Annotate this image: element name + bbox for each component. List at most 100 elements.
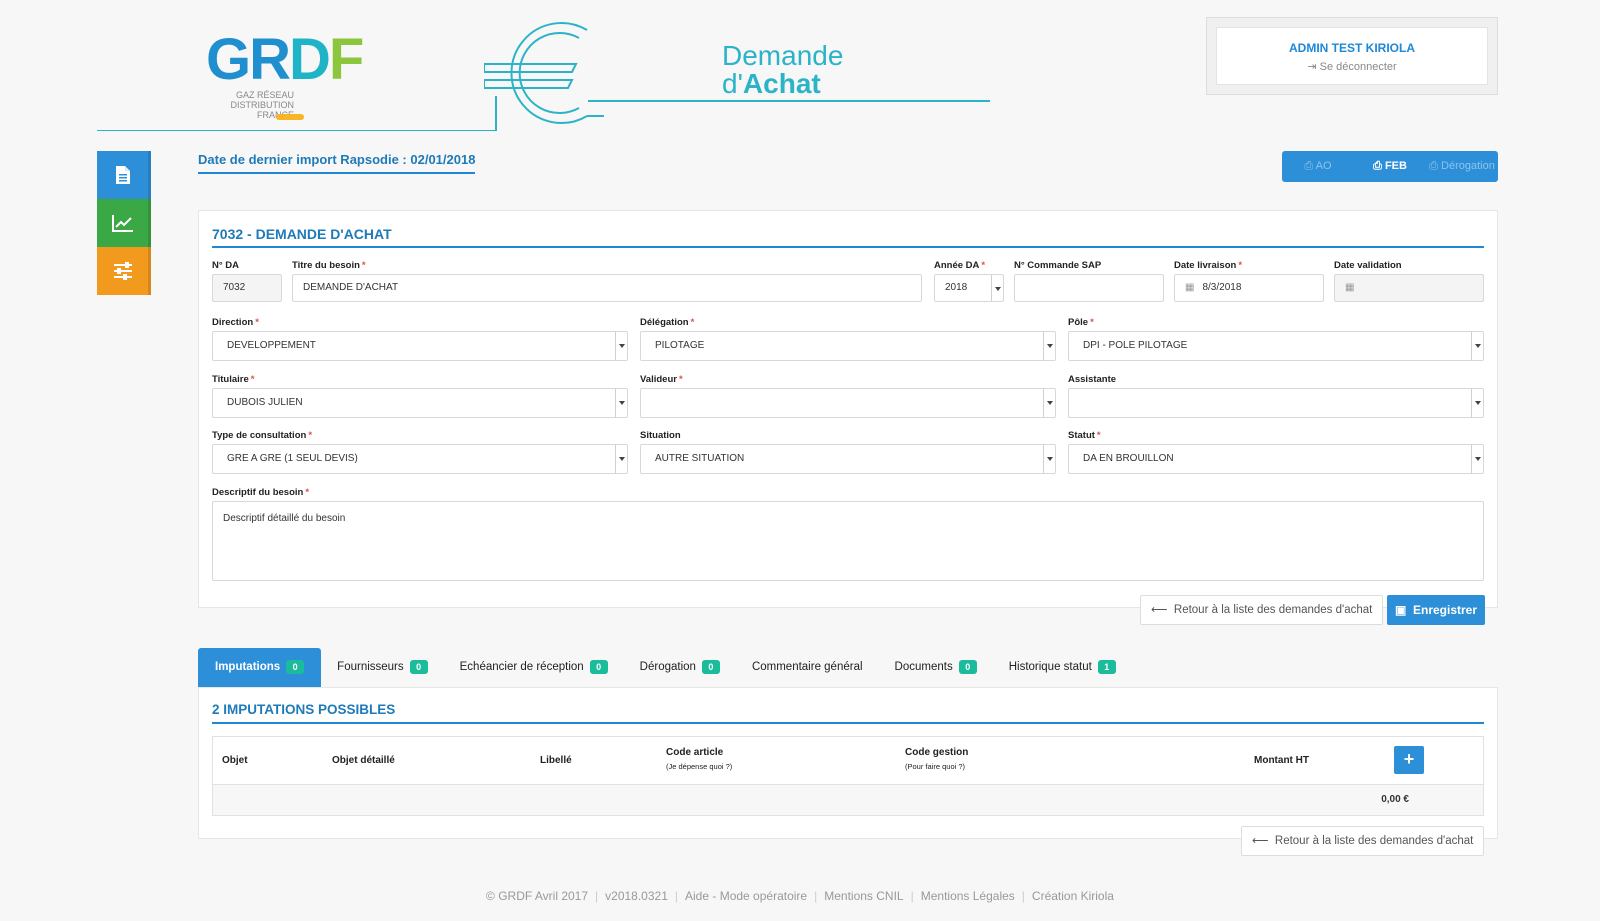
imputations-title: 2 IMPUTATIONS POSSIBLES xyxy=(212,702,1484,724)
footer-link-legales[interactable]: Mentions Légales xyxy=(914,889,1022,903)
user-name: ADMIN TEST KIRIOLA xyxy=(1289,41,1415,55)
grdf-logo[interactable]: GRDF GAZ RÉSEAU DISTRIBUTION FRANCE xyxy=(206,30,381,125)
footer-link-aide[interactable]: Aide - Mode opératoire xyxy=(678,889,814,903)
descriptif-label: Descriptif du besoin xyxy=(212,487,304,498)
sidebar-settings-button[interactable] xyxy=(97,247,151,295)
delegation-select[interactable]: PILOTAGE xyxy=(640,331,1056,361)
col-objet: Objet xyxy=(222,755,248,766)
field-annee-da: Année DA * 2018 xyxy=(934,260,1004,302)
footer-link-cnil[interactable]: Mentions CNIL xyxy=(817,889,910,903)
table-row: 0,00 € xyxy=(213,785,1483,815)
chevron-down-icon xyxy=(1471,389,1483,417)
count-badge: 0 xyxy=(409,660,428,674)
tab-fournisseurs[interactable]: Fournisseurs 0 xyxy=(321,648,443,687)
user-panel: ADMIN TEST KIRIOLA ⇥ Se déconnecter xyxy=(1206,17,1498,95)
validation-label: Date validation xyxy=(1334,260,1402,271)
add-imputation-button[interactable]: + xyxy=(1394,746,1424,774)
sliders-icon xyxy=(113,262,132,280)
chevron-down-icon xyxy=(1043,332,1055,360)
titulaire-select[interactable]: DUBOIS JULIEN xyxy=(212,388,628,418)
print-ao-button[interactable]: ⎙ AO xyxy=(1282,160,1354,173)
delegation-label: Délégation xyxy=(640,317,689,328)
situation-label: Situation xyxy=(640,430,681,441)
tab-bar: Imputations 0 Fournisseurs 0 Echéancier de… xyxy=(198,648,1132,687)
save-button[interactable]: ▣ Enregistrer xyxy=(1387,595,1485,625)
chevron-down-icon xyxy=(1471,332,1483,360)
chevron-down-icon xyxy=(991,275,1003,301)
count-badge: 0 xyxy=(958,660,977,674)
assistante-label: Assistante xyxy=(1068,374,1117,385)
printer-icon: ⎙ xyxy=(1429,160,1438,172)
app-title-prefix: d' xyxy=(722,68,743,99)
field-assistante: Assistante xyxy=(1068,374,1484,418)
field-num-da: N° DA 7032 xyxy=(212,260,282,302)
logout-link[interactable]: ⇥ Se déconnecter xyxy=(1217,60,1487,73)
printer-icon: ⎙ xyxy=(1373,160,1382,172)
total-montant: 0,00 € xyxy=(1381,794,1409,805)
tab-derogation[interactable]: Dérogation 0 xyxy=(624,648,736,687)
situation-select[interactable]: AUTRE SITUATION xyxy=(640,444,1056,474)
commande-input[interactable] xyxy=(1014,274,1164,302)
col-libelle: Libellé xyxy=(540,755,572,766)
livraison-input[interactable]: ▦ 8/3/2018 xyxy=(1174,274,1324,302)
app-title: Demande d'Achat xyxy=(722,42,843,98)
field-statut: Statut * DA EN BROUILLON xyxy=(1068,430,1484,474)
tab-commentaire[interactable]: Commentaire général xyxy=(736,648,879,687)
field-date-livraison: Date livraison * ▦ 8/3/2018 xyxy=(1174,260,1324,302)
field-delegation: Délégation * PILOTAGE xyxy=(640,317,1056,361)
footer-link-kiriola[interactable]: Création Kiriola xyxy=(1025,889,1121,903)
titre-label: Titre du besoin xyxy=(292,260,360,271)
commande-label: N° Commande SAP xyxy=(1014,260,1102,271)
validation-input[interactable]: ▦ xyxy=(1334,274,1484,302)
valideur-select[interactable] xyxy=(640,388,1056,418)
field-date-validation: Date validation ▦ xyxy=(1334,260,1484,302)
import-date: Date de dernier import Rapsodie : 02/01/… xyxy=(198,152,476,174)
pole-label: Pôle xyxy=(1068,317,1089,328)
print-feb-button[interactable]: ⎙ FEB xyxy=(1354,160,1426,173)
imputations-panel: 2 IMPUTATIONS POSSIBLES Objet Objet déta… xyxy=(198,687,1498,839)
count-badge: 0 xyxy=(589,660,608,674)
back-to-list-button[interactable]: ⟵ Retour à la liste des demandes d'achat xyxy=(1140,595,1384,625)
printer-icon: ⎙ xyxy=(1304,160,1314,172)
num-da-input[interactable]: 7032 xyxy=(212,274,282,302)
form-title: 7032 - DEMANDE D'ACHAT xyxy=(212,226,1484,248)
print-derogation-button[interactable]: ⎙ Dérogation xyxy=(1426,160,1498,173)
descriptif-textarea[interactable]: Descriptif détaillé du besoin xyxy=(212,501,1484,581)
chevron-down-icon xyxy=(1471,445,1483,473)
field-valideur: Valideur * xyxy=(640,374,1056,418)
direction-select[interactable]: DEVELOPPEMENT xyxy=(212,331,628,361)
sidebar-stats-button[interactable] xyxy=(97,199,151,247)
assistante-select[interactable] xyxy=(1068,388,1484,418)
tab-echeancier[interactable]: Echéancier de réception 0 xyxy=(444,648,624,687)
col-code-article: Code article (Je dépense quoi ?) xyxy=(666,747,733,771)
chevron-down-icon xyxy=(615,332,627,360)
sidebar-documents-button[interactable] xyxy=(97,151,151,199)
livraison-label: Date livraison xyxy=(1174,260,1237,271)
consultation-select[interactable]: GRE A GRE (1 SEUL DEVIS) xyxy=(212,444,628,474)
statut-select[interactable]: DA EN BROUILLON xyxy=(1068,444,1484,474)
annee-select[interactable]: 2018 xyxy=(934,274,1004,302)
back-to-list-button-bottom[interactable]: ⟵ Retour à la liste des demandes d'achat xyxy=(1241,826,1485,856)
table-header: Objet Objet détaillé Libellé Code articl… xyxy=(213,737,1483,785)
titre-input[interactable]: DEMANDE D'ACHAT xyxy=(292,274,922,302)
field-direction: Direction * DEVELOPPEMENT xyxy=(212,317,628,361)
arrow-left-icon: ⟵ xyxy=(1252,835,1269,847)
calendar-icon: ▦ xyxy=(1185,282,1195,293)
pole-select[interactable]: DPI - POLE PILOTAGE xyxy=(1068,331,1484,361)
arrow-left-icon: ⟵ xyxy=(1151,604,1168,616)
col-objet-detaille: Objet détaillé xyxy=(332,755,395,766)
chevron-down-icon xyxy=(1043,445,1055,473)
titulaire-label: Titulaire xyxy=(212,374,249,385)
col-code-gestion: Code gestion (Pour faire quoi ?) xyxy=(905,747,969,771)
footer-version: v2018.0321 xyxy=(605,889,668,903)
annee-label: Année DA xyxy=(934,260,980,271)
header-divider xyxy=(97,130,497,131)
tab-imputations[interactable]: Imputations 0 xyxy=(198,648,322,687)
field-situation: Situation AUTRE SITUATION xyxy=(640,430,1056,474)
col-montant: Montant HT xyxy=(1254,755,1309,766)
valideur-label: Valideur xyxy=(640,374,677,385)
tab-historique[interactable]: Historique statut 1 xyxy=(993,648,1132,687)
field-descriptif: Descriptif du besoin * Descriptif détaill… xyxy=(212,487,1484,581)
tab-documents[interactable]: Documents 0 xyxy=(879,648,993,687)
field-type-consultation: Type de consultation * GRE A GRE (1 SEUL … xyxy=(212,430,628,474)
